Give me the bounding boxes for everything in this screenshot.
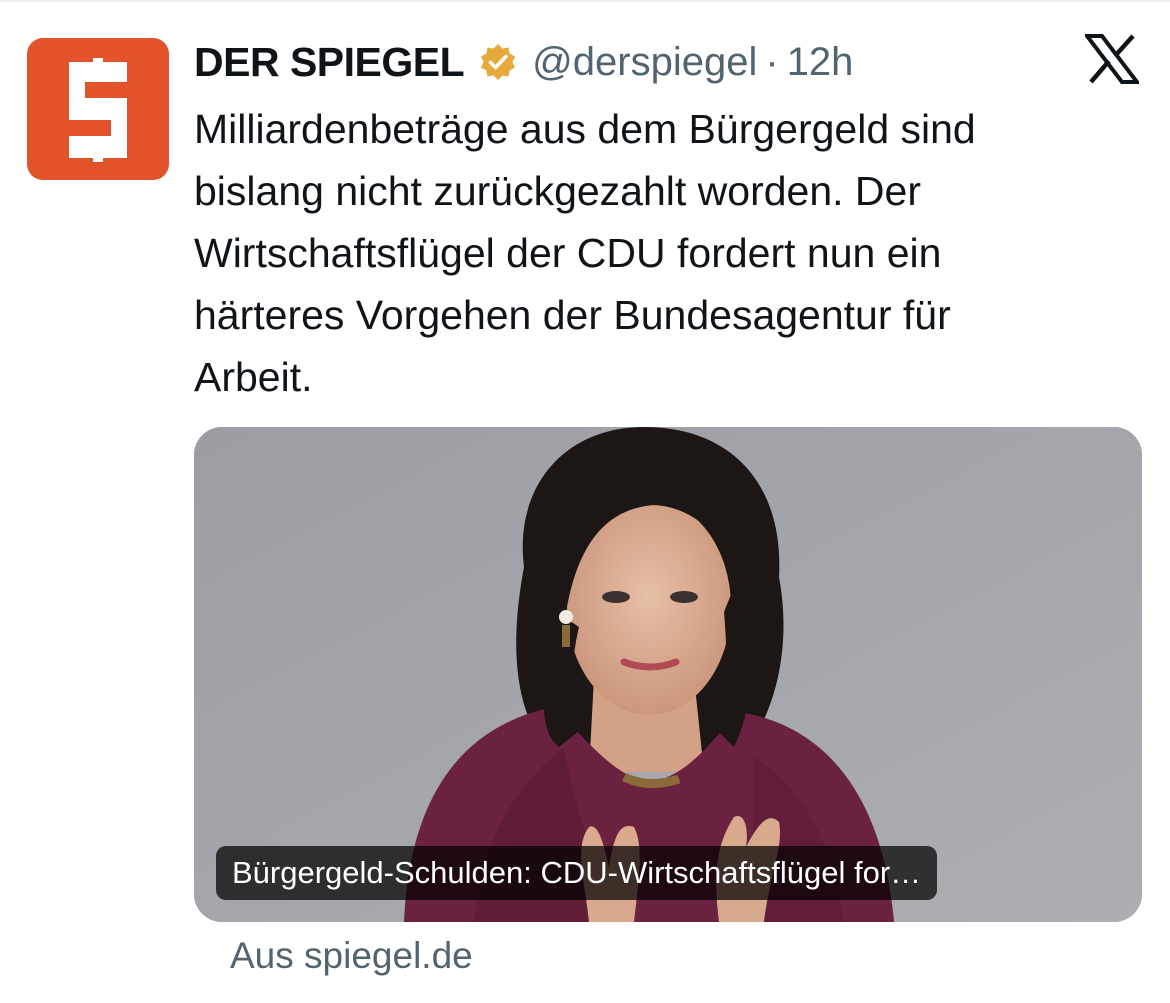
tweet-text-line: härteres Vorgehen der Bundesagentur für (194, 292, 951, 338)
tweet-header: DER SPIEGEL @derspiegel · 12h (194, 34, 853, 90)
separator-dot: · (765, 39, 779, 84)
tweet-text-line: Wirtschaftsflügel der CDU fordert nun ei… (194, 230, 942, 276)
tweet-text: Milliardenbeträge aus dem Bürgergeld sin… (194, 98, 1134, 408)
verified-badge-icon (478, 42, 518, 82)
spiegel-logo-icon (27, 38, 169, 180)
top-divider (0, 0, 1170, 2)
author-name[interactable]: DER SPIEGEL (194, 39, 465, 86)
tweet-text-line: Arbeit. (194, 354, 313, 400)
link-source[interactable]: Aus spiegel.de (230, 935, 473, 977)
timestamp[interactable]: 12h (787, 40, 854, 85)
link-card-caption[interactable]: Bürgergeld-Schulden: CDU-Wirtschaftsflüg… (216, 846, 938, 900)
tweet-text-line: bislang nicht zurückgezahlt worden. Der (194, 168, 921, 214)
x-logo-icon (1082, 34, 1142, 84)
avatar[interactable] (27, 38, 169, 180)
link-card-image[interactable]: Bürgergeld-Schulden: CDU-Wirtschaftsflüg… (194, 427, 1142, 922)
tweet-text-line: Milliardenbeträge aus dem Bürgergeld sin… (194, 106, 976, 152)
author-handle[interactable]: @derspiegel (532, 40, 757, 85)
